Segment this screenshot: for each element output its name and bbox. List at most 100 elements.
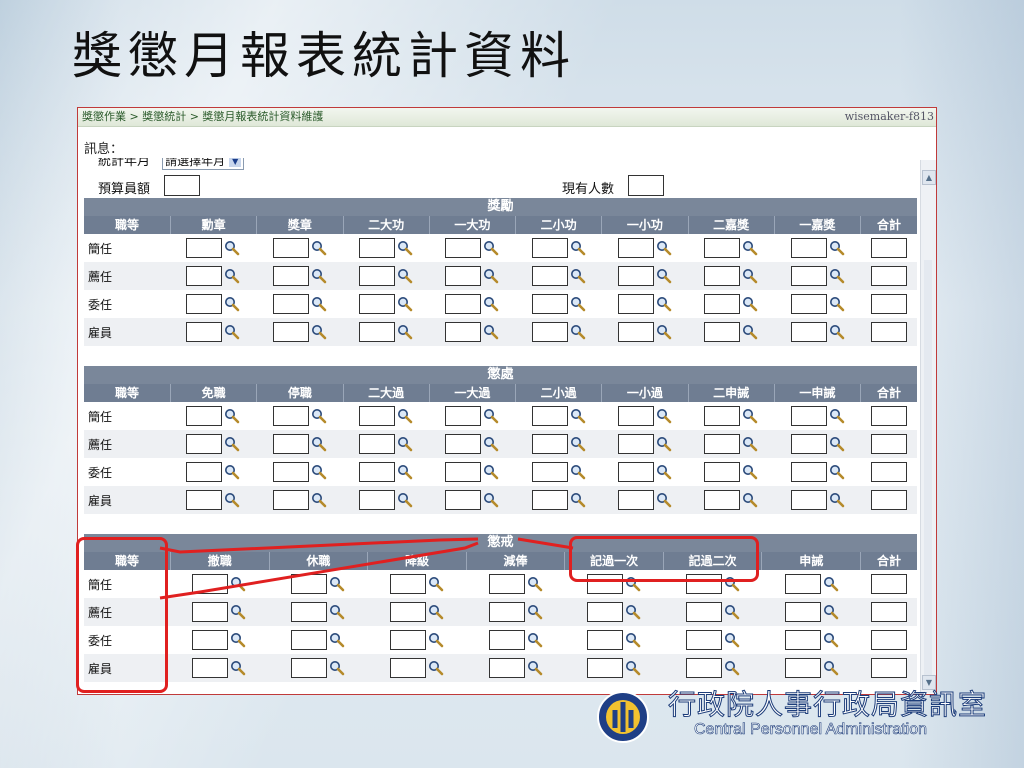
count-input[interactable] xyxy=(618,322,655,342)
magnifier-icon[interactable] xyxy=(397,408,413,424)
magnifier-icon[interactable] xyxy=(570,436,586,452)
magnifier-icon[interactable] xyxy=(329,576,345,592)
count-input[interactable] xyxy=(186,462,223,482)
magnifier-icon[interactable] xyxy=(656,296,672,312)
count-input[interactable] xyxy=(358,490,395,510)
current-headcount-input[interactable] xyxy=(628,175,664,196)
magnifier-icon[interactable] xyxy=(230,604,246,620)
count-input[interactable] xyxy=(531,462,568,482)
magnifier-icon[interactable] xyxy=(570,268,586,284)
count-input[interactable] xyxy=(358,238,395,258)
magnifier-icon[interactable] xyxy=(329,632,345,648)
magnifier-icon[interactable] xyxy=(742,268,758,284)
total-input[interactable] xyxy=(871,406,907,426)
magnifier-icon[interactable] xyxy=(625,632,641,648)
count-input[interactable] xyxy=(531,294,568,314)
magnifier-icon[interactable] xyxy=(656,324,672,340)
total-input[interactable] xyxy=(871,238,907,258)
magnifier-icon[interactable] xyxy=(829,324,845,340)
count-input[interactable] xyxy=(790,490,827,510)
count-input[interactable] xyxy=(358,322,395,342)
magnifier-icon[interactable] xyxy=(527,632,543,648)
count-input[interactable] xyxy=(618,266,655,286)
magnifier-icon[interactable] xyxy=(311,296,327,312)
count-input[interactable] xyxy=(784,602,821,622)
count-input[interactable] xyxy=(488,658,525,678)
count-input[interactable] xyxy=(445,462,482,482)
count-input[interactable] xyxy=(272,462,309,482)
magnifier-icon[interactable] xyxy=(829,464,845,480)
count-input[interactable] xyxy=(531,322,568,342)
count-input[interactable] xyxy=(192,658,229,678)
magnifier-icon[interactable] xyxy=(311,492,327,508)
total-input[interactable] xyxy=(871,602,908,622)
magnifier-icon[interactable] xyxy=(311,408,327,424)
total-input[interactable] xyxy=(871,322,907,342)
magnifier-icon[interactable] xyxy=(656,408,672,424)
count-input[interactable] xyxy=(704,490,741,510)
count-input[interactable] xyxy=(192,602,229,622)
magnifier-icon[interactable] xyxy=(724,576,740,592)
magnifier-icon[interactable] xyxy=(329,604,345,620)
total-input[interactable] xyxy=(871,266,907,286)
magnifier-icon[interactable] xyxy=(230,576,246,592)
magnifier-icon[interactable] xyxy=(397,464,413,480)
count-input[interactable] xyxy=(685,658,722,678)
magnifier-icon[interactable] xyxy=(329,660,345,676)
magnifier-icon[interactable] xyxy=(823,576,839,592)
count-input[interactable] xyxy=(790,294,827,314)
count-input[interactable] xyxy=(704,322,741,342)
count-input[interactable] xyxy=(587,658,624,678)
count-input[interactable] xyxy=(685,574,722,594)
count-input[interactable] xyxy=(272,406,309,426)
count-input[interactable] xyxy=(790,406,827,426)
count-input[interactable] xyxy=(291,602,328,622)
count-input[interactable] xyxy=(704,462,741,482)
chevron-down-icon[interactable]: ▼ xyxy=(229,158,242,167)
count-input[interactable] xyxy=(445,406,482,426)
magnifier-icon[interactable] xyxy=(224,324,240,340)
magnifier-icon[interactable] xyxy=(724,604,740,620)
count-input[interactable] xyxy=(618,238,655,258)
count-input[interactable] xyxy=(531,434,568,454)
magnifier-icon[interactable] xyxy=(742,464,758,480)
magnifier-icon[interactable] xyxy=(483,240,499,256)
count-input[interactable] xyxy=(358,434,395,454)
count-input[interactable] xyxy=(389,574,426,594)
magnifier-icon[interactable] xyxy=(742,436,758,452)
magnifier-icon[interactable] xyxy=(311,464,327,480)
magnifier-icon[interactable] xyxy=(742,240,758,256)
count-input[interactable] xyxy=(587,574,624,594)
count-input[interactable] xyxy=(445,322,482,342)
count-input[interactable] xyxy=(618,434,655,454)
total-input[interactable] xyxy=(871,434,907,454)
magnifier-icon[interactable] xyxy=(311,436,327,452)
count-input[interactable] xyxy=(618,406,655,426)
magnifier-icon[interactable] xyxy=(311,268,327,284)
count-input[interactable] xyxy=(186,266,223,286)
magnifier-icon[interactable] xyxy=(829,408,845,424)
magnifier-icon[interactable] xyxy=(570,324,586,340)
magnifier-icon[interactable] xyxy=(428,576,444,592)
magnifier-icon[interactable] xyxy=(570,296,586,312)
total-input[interactable] xyxy=(871,630,908,650)
count-input[interactable] xyxy=(531,490,568,510)
magnifier-icon[interactable] xyxy=(397,436,413,452)
magnifier-icon[interactable] xyxy=(527,660,543,676)
count-input[interactable] xyxy=(531,238,568,258)
magnifier-icon[interactable] xyxy=(625,576,641,592)
count-input[interactable] xyxy=(272,322,309,342)
count-input[interactable] xyxy=(790,322,827,342)
count-input[interactable] xyxy=(587,602,624,622)
magnifier-icon[interactable] xyxy=(224,464,240,480)
magnifier-icon[interactable] xyxy=(428,660,444,676)
total-input[interactable] xyxy=(871,490,907,510)
magnifier-icon[interactable] xyxy=(311,324,327,340)
magnifier-icon[interactable] xyxy=(724,632,740,648)
magnifier-icon[interactable] xyxy=(570,464,586,480)
count-input[interactable] xyxy=(790,462,827,482)
count-input[interactable] xyxy=(192,574,229,594)
count-input[interactable] xyxy=(790,266,827,286)
count-input[interactable] xyxy=(291,630,328,650)
count-input[interactable] xyxy=(389,602,426,622)
